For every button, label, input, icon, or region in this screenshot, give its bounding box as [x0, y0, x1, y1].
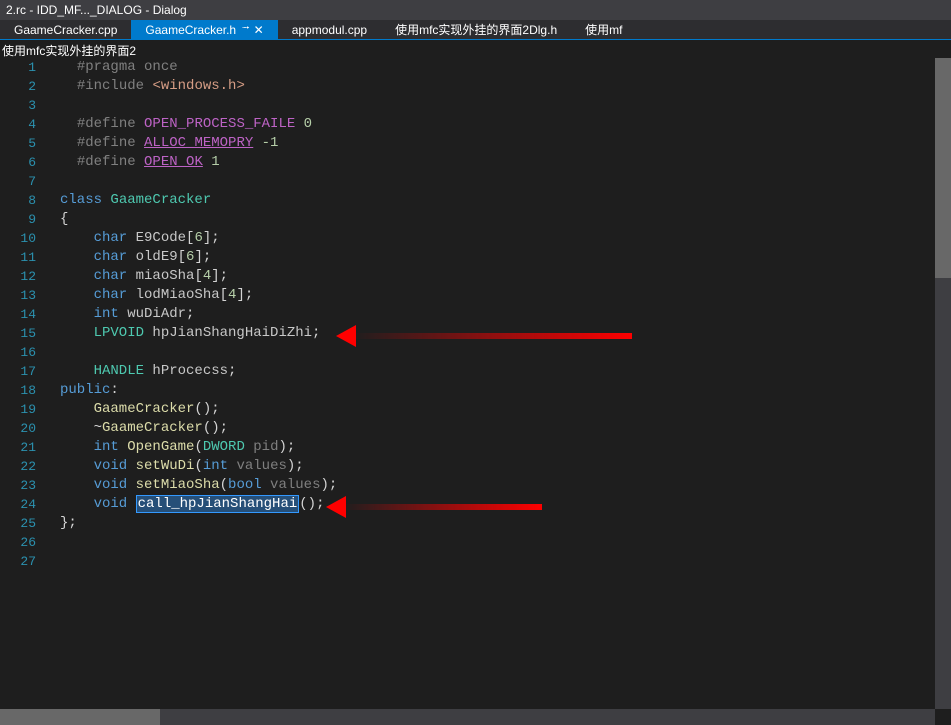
- title-bar: 2.rc - IDD_MF..._DIALOG - Dialog: [0, 0, 951, 20]
- line-number: 22: [0, 457, 36, 476]
- close-icon[interactable]: ✕: [254, 23, 264, 37]
- code-line[interactable]: −class GaameCracker: [52, 191, 951, 210]
- line-number: 6: [0, 153, 36, 172]
- code-line[interactable]: void setMiaoSha(bool values);: [52, 476, 951, 495]
- code-line[interactable]: #define OPEN_PROCESS_FAILE 0: [52, 115, 951, 134]
- line-number: 25: [0, 514, 36, 533]
- code-line[interactable]: #define ALLOC_MEMOPRY -1: [52, 134, 951, 153]
- code-line[interactable]: char E9Code[6];: [52, 229, 951, 248]
- tab-gaamecracker-h[interactable]: GaameCracker.h ⭬ ✕: [131, 20, 277, 39]
- line-number: 4: [0, 115, 36, 134]
- code-line[interactable]: char lodMiaoSha[4];: [52, 286, 951, 305]
- code-line[interactable]: #include <windows.h>: [52, 77, 951, 96]
- scrollbar-thumb[interactable]: [0, 709, 160, 725]
- arrow-annotation: [342, 504, 542, 510]
- code-line[interactable]: #define OPEN_OK 1: [52, 153, 951, 172]
- code-line[interactable]: [52, 343, 951, 362]
- line-number: 11: [0, 248, 36, 267]
- line-number: 16: [0, 343, 36, 362]
- line-number: 23: [0, 476, 36, 495]
- code-line[interactable]: ~GaameCracker();: [52, 419, 951, 438]
- tab-label: 使用mf: [585, 21, 622, 38]
- line-number: 1: [0, 58, 36, 77]
- selection: call_hpJianShangHai: [136, 495, 300, 513]
- code-line[interactable]: #pragma once: [52, 58, 951, 77]
- tab-bar: GaameCracker.cpp GaameCracker.h ⭬ ✕ appm…: [0, 20, 951, 40]
- line-number: 10: [0, 229, 36, 248]
- line-number-gutter: 1 2 3 4 5 6 7 8 9 10 11 12 13 14 15 16 1…: [0, 58, 52, 725]
- line-number: 27: [0, 552, 36, 571]
- code-line[interactable]: [52, 96, 951, 115]
- line-number: 18: [0, 381, 36, 400]
- arrow-annotation: [352, 333, 632, 339]
- tab-label: appmodul.cpp: [292, 23, 367, 37]
- tab-label: GaameCracker.cpp: [14, 23, 117, 37]
- line-number: 20: [0, 419, 36, 438]
- line-number: 3: [0, 96, 36, 115]
- code-line[interactable]: {: [52, 210, 951, 229]
- line-number: 24: [0, 495, 36, 514]
- tab-label: 使用mfc实现外挂的界面2Dlg.h: [395, 21, 557, 38]
- line-number: 5: [0, 134, 36, 153]
- pin-icon[interactable]: ⭬: [242, 21, 250, 38]
- code-line[interactable]: };: [52, 514, 951, 533]
- tab-truncated[interactable]: 使用mf: [571, 20, 636, 39]
- code-line[interactable]: [52, 533, 951, 552]
- code-line[interactable]: [52, 172, 951, 191]
- tab-appmodul-cpp[interactable]: appmodul.cpp: [278, 20, 381, 39]
- horizontal-scrollbar[interactable]: [0, 709, 935, 725]
- tab-gaamecracker-cpp[interactable]: GaameCracker.cpp: [0, 20, 131, 39]
- line-number: 14: [0, 305, 36, 324]
- code-line[interactable]: int wuDiAdr;: [52, 305, 951, 324]
- scrollbar-thumb[interactable]: [935, 58, 951, 278]
- line-number: 13: [0, 286, 36, 305]
- code-line[interactable]: void setWuDi(int values);: [52, 457, 951, 476]
- line-number: 15: [0, 324, 36, 343]
- code-line[interactable]: char miaoSha[4];: [52, 267, 951, 286]
- code-line[interactable]: [52, 552, 951, 571]
- code-area[interactable]: #pragma once #include <windows.h> #defin…: [52, 58, 951, 725]
- editor: 1 2 3 4 5 6 7 8 9 10 11 12 13 14 15 16 1…: [0, 58, 951, 725]
- line-number: 2: [0, 77, 36, 96]
- tab-dlg-h[interactable]: 使用mfc实现外挂的界面2Dlg.h: [381, 20, 571, 39]
- line-number: 7: [0, 172, 36, 191]
- tab-label: GaameCracker.h: [145, 23, 236, 37]
- code-line[interactable]: HANDLE hProcecss;: [52, 362, 951, 381]
- line-number: 17: [0, 362, 36, 381]
- vertical-scrollbar[interactable]: [935, 58, 951, 709]
- line-number: 8: [0, 191, 36, 210]
- code-line[interactable]: GaameCracker();: [52, 400, 951, 419]
- code-line[interactable]: public:: [52, 381, 951, 400]
- line-number: 21: [0, 438, 36, 457]
- code-line[interactable]: int OpenGame(DWORD pid);: [52, 438, 951, 457]
- line-number: 19: [0, 400, 36, 419]
- line-number: 9: [0, 210, 36, 229]
- breadcrumb[interactable]: 使用mfc实现外挂的界面2: [0, 40, 951, 58]
- code-line[interactable]: char oldE9[6];: [52, 248, 951, 267]
- line-number: 12: [0, 267, 36, 286]
- line-number: 26: [0, 533, 36, 552]
